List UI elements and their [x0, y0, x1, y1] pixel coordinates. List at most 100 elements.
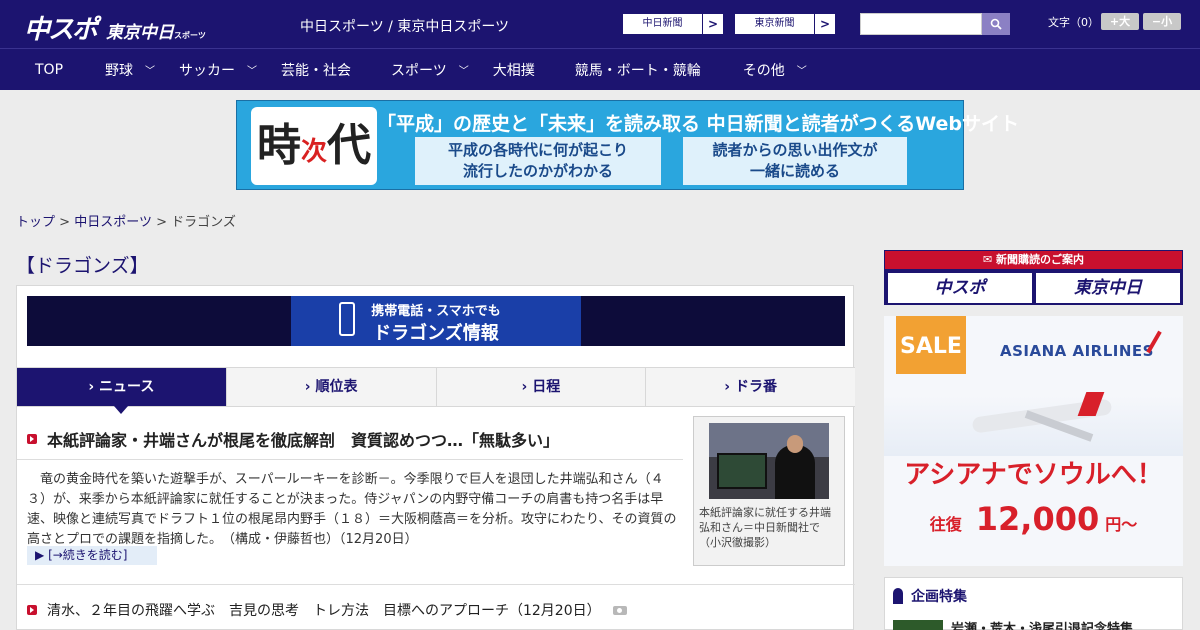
subscribe-tokyo-chunichi-button[interactable]: 東京中日 — [1036, 273, 1180, 303]
breadcrumb-separator: > — [156, 215, 167, 230]
lead-article-headline[interactable]: 本紙評論家・井端さんが根尾を徹底解剖 資質認めつつ…「無駄多い」 — [27, 427, 687, 451]
ad-sky — [884, 396, 1183, 456]
logo-sub: 東京中日 — [106, 23, 175, 43]
tab-label: ドラ番 — [734, 379, 777, 395]
banner-box-right-line2: 一緒に読める — [749, 162, 840, 180]
nav-item-sports[interactable]: スポーツ ﹀ — [391, 49, 469, 91]
ad-catchphrase: アシアナでソウルへ！ — [904, 460, 1163, 490]
breadcrumb-chunichi-sports-link[interactable]: 中日スポーツ — [74, 215, 152, 230]
feature-link[interactable]: 岩瀬・荒木・浅尾引退記念特集 — [951, 618, 1133, 630]
nav-item-racing[interactable]: 競馬・ボート・競輪 — [575, 49, 701, 91]
list-item-title: 清水、２年目の飛躍へ学ぶ 吉見の思考 トレ方法 目標へのアプローチ（12月20日… — [47, 603, 601, 619]
subscribe-chuspo-button[interactable]: 中スポ — [888, 273, 1032, 303]
news-tabs: › ニュース › 順位表 › 日程 › ドラ番 — [17, 367, 855, 414]
nav-item-label: その他 — [742, 62, 785, 79]
site-logo[interactable]: 中スポ 東京中日スポーツ — [24, 9, 206, 46]
read-more-link[interactable]: ▶ [→続きを読む] — [27, 546, 157, 565]
photo-monitor — [717, 453, 767, 489]
ribbon-icon — [893, 588, 903, 604]
read-more-label: [→続きを読む] — [48, 548, 128, 562]
breadcrumb-top-link[interactable]: トップ — [16, 215, 55, 230]
nav-item-top[interactable]: TOP — [35, 49, 63, 91]
fare-label: 往復 — [929, 515, 962, 534]
feature-heading-text: 企画特集 — [911, 589, 967, 605]
tab-schedule[interactable]: › 日程 — [435, 368, 646, 406]
nav-item-label: サッカー — [179, 62, 236, 79]
main-nav: TOP 野球 ﹀ サッカー ﹀ 芸能・社会 スポーツ ﹀ 大相撲 競馬・ボート・競輪 … — [0, 48, 1200, 90]
jidai-banner[interactable]: 時次代 「平成」の歴史と「未来」を読み取る 中日新聞と読者がつくるWebサイト … — [236, 100, 1020, 190]
photo-caption: 本紙評論家に就任する井端弘和さん＝中日新聞社で（小沢徹撮影） — [699, 506, 831, 549]
smartphone-icon — [339, 302, 355, 336]
lead-photo[interactable] — [709, 423, 829, 499]
banner-kanji-3: 代 — [327, 120, 371, 171]
tab-reporter-blog[interactable]: › ドラ番 — [645, 368, 855, 406]
banner-kanji-1: 時 — [256, 120, 301, 171]
banner-box-left-line2: 流行したのかがわかる — [462, 162, 613, 180]
banner-kanji-2: 次 — [300, 137, 327, 167]
fare-amount: 12,000 — [975, 500, 1100, 538]
tokyo-shimbun-link-button[interactable]: 東京新聞 > — [734, 13, 836, 35]
tab-news[interactable]: › ニュース — [17, 368, 226, 414]
subscription-heading-text: 新聞購読のご案内 — [996, 253, 1085, 266]
airline-ad[interactable]: SALE ASIANA AIRLINES アシアナでソウルへ！ 往復 12,000… — [884, 316, 1183, 566]
nav-item-soccer[interactable]: サッカー ﹀ — [179, 49, 257, 91]
nav-item-other[interactable]: その他 ﹀ — [743, 49, 807, 91]
camera-icon — [612, 605, 627, 615]
search-input[interactable] — [860, 13, 982, 35]
chunichi-link-label: 中日新聞 — [623, 14, 703, 34]
lead-photo-box: 本紙評論家に就任する井端弘和さん＝中日新聞社で（小沢徹撮影） — [693, 416, 845, 566]
logo-tiny: スポーツ — [174, 31, 206, 40]
nav-item-entertainment[interactable]: 芸能・社会 — [281, 49, 351, 91]
font-smaller-button[interactable]: −小 — [1143, 13, 1181, 30]
banner-headline: 「平成」の歴史と「未来」を読み取る 中日新聞と読者がつくるWebサイト — [377, 113, 1020, 135]
banner-box-right-line1: 読者からの思い出作文が — [712, 141, 878, 159]
breadcrumb-separator: > — [59, 215, 71, 230]
nav-item-baseball[interactable]: 野球 ﹀ — [105, 49, 155, 91]
news-panel: 携帯電話・スマホでも ドラゴンズ情報 › ニュース › 順位表 › 日程 › ド… — [16, 285, 855, 630]
subscription-box: ✉ 新聞購読のご案内 中スポ 東京中日 — [884, 250, 1183, 305]
tab-label: 順位表 — [315, 379, 358, 395]
subscription-heading: ✉ 新聞購読のご案内 — [885, 251, 1182, 269]
nav-item-label: TOP — [35, 61, 64, 78]
divider — [17, 584, 855, 585]
site-title[interactable]: 中日スポーツ / 東京中日スポーツ — [300, 16, 509, 36]
font-size-label: 文字（0） — [1048, 16, 1099, 29]
chevron-down-icon: ﹀ — [458, 66, 469, 77]
mobile-banner-inner: 携帯電話・スマホでも ドラゴンズ情報 — [291, 296, 581, 346]
bullet-arrow-icon — [27, 605, 37, 615]
breadcrumb: トップ > 中日スポーツ > ドラゴンズ — [16, 211, 236, 230]
breadcrumb-current: ドラゴンズ — [171, 215, 236, 230]
tab-standings[interactable]: › 順位表 — [225, 368, 436, 406]
feature-thumbnail[interactable] — [893, 620, 943, 630]
chunichi-link-button[interactable]: 中日新聞 > — [622, 13, 724, 35]
mobile-banner-line2: ドラゴンズ情報 — [373, 323, 499, 344]
bullet-arrow-icon — [27, 434, 37, 444]
chevron-down-icon: ﹀ — [145, 66, 156, 77]
search-button[interactable] — [982, 13, 1010, 35]
tokyo-shimbun-link-label: 東京新聞 — [735, 14, 815, 34]
font-bigger-button[interactable]: +大 — [1101, 13, 1139, 30]
feature-heading: 企画特集 — [893, 586, 967, 606]
sale-badge: SALE — [896, 316, 966, 374]
mobile-banner-line1: 携帯電話・スマホでも — [371, 304, 501, 319]
chevron-down-icon: ﹀ — [247, 66, 258, 77]
list-item[interactable]: 清水、２年目の飛躍へ学ぶ 吉見の思考 トレ方法 目標へのアプローチ（12月20日… — [27, 600, 627, 620]
ad-fare: 往復 12,000 円〜 — [884, 500, 1183, 538]
nav-item-sumo[interactable]: 大相撲 — [493, 49, 535, 91]
lead-article-body: 竜の黄金時代を築いた遊撃手が、スーパールーキーを診断－。今季限りで巨人を退団した… — [27, 472, 677, 547]
chevron-right-icon: > — [819, 17, 831, 31]
banner-kanji-logo: 時次代 — [251, 107, 377, 185]
nav-item-label: 芸能・社会 — [281, 62, 352, 79]
nav-item-label: 競馬・ボート・競輪 — [574, 62, 701, 79]
banner-box-right: 読者からの思い出作文が 一緒に読める — [683, 137, 907, 185]
logo-main: 中スポ — [24, 15, 98, 45]
chevron-down-icon: ﹀ — [796, 66, 807, 77]
chevron-right-icon: > — [707, 17, 719, 31]
fare-unit: 円〜 — [1105, 515, 1138, 534]
mobile-dragons-banner[interactable]: 携帯電話・スマホでも ドラゴンズ情報 — [27, 296, 845, 346]
tab-label: 日程 — [532, 379, 561, 395]
feature-box: 企画特集 岩瀬・荒木・浅尾引退記念特集 — [884, 577, 1183, 630]
play-arrow-icon: ▶ — [35, 548, 45, 562]
nav-item-label: 大相撲 — [492, 62, 535, 79]
tab-label: ニュース — [99, 379, 155, 395]
